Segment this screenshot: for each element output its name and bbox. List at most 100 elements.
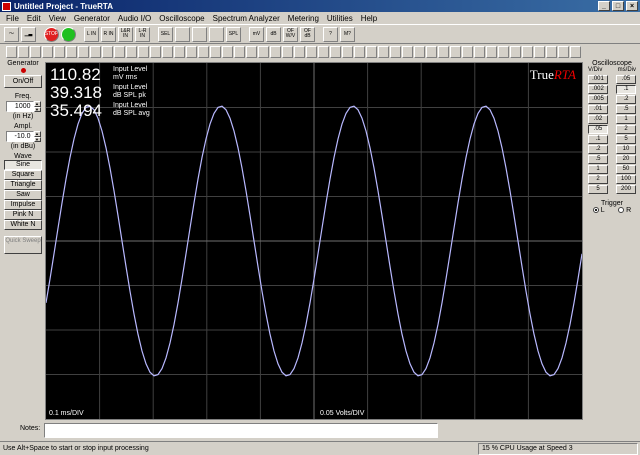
quick-sweep-button[interactable]: Quick Sweep <box>4 236 42 254</box>
menu-metering[interactable]: Metering <box>284 14 323 23</box>
secondary-tool-button[interactable] <box>306 46 317 58</box>
mv-button[interactable]: mV <box>249 26 264 42</box>
msdiv-option[interactable]: .05 <box>616 75 636 84</box>
stop-button[interactable]: STOP <box>44 26 59 42</box>
secondary-tool-button[interactable] <box>426 46 437 58</box>
secondary-tool-button[interactable] <box>246 46 257 58</box>
generator-on-off-button[interactable]: On/Off <box>4 75 42 88</box>
secondary-tool-button[interactable] <box>66 46 77 58</box>
context-help-icon[interactable]: M? <box>340 26 355 42</box>
toolbar-button-c[interactable] <box>209 26 224 42</box>
menu-spectrum-analyzer[interactable]: Spectrum Analyzer <box>209 14 284 23</box>
vdiv-option[interactable]: .02 <box>588 115 608 124</box>
secondary-tool-button[interactable] <box>42 46 53 58</box>
left-right-input-button[interactable]: L&R IN <box>118 26 133 42</box>
secondary-tool-button[interactable] <box>114 46 125 58</box>
msdiv-option[interactable]: .2 <box>616 95 636 104</box>
secondary-tool-button[interactable] <box>222 46 233 58</box>
secondary-tool-button[interactable] <box>570 46 581 58</box>
menu-file[interactable]: File <box>2 14 23 23</box>
secondary-tool-button[interactable] <box>90 46 101 58</box>
secondary-tool-button[interactable] <box>78 46 89 58</box>
wave-white-noise-button[interactable]: White N <box>4 220 42 230</box>
msdiv-option-selected[interactable]: .1 <box>616 85 636 94</box>
secondary-tool-button[interactable] <box>138 46 149 58</box>
toolbar-button-b[interactable] <box>192 26 207 42</box>
db-button[interactable]: dB <box>266 26 281 42</box>
menu-help[interactable]: Help <box>357 14 381 23</box>
right-input-button[interactable]: R IN <box>101 26 116 42</box>
freq-stepper[interactable]: ▲ ▼ <box>33 101 41 112</box>
secondary-tool-button[interactable] <box>162 46 173 58</box>
go-button[interactable] <box>61 26 76 42</box>
secondary-tool-button[interactable] <box>150 46 161 58</box>
vdiv-option[interactable]: .005 <box>588 95 608 104</box>
msdiv-option[interactable]: 200 <box>616 185 636 194</box>
secondary-tool-button[interactable] <box>294 46 305 58</box>
secondary-tool-button[interactable] <box>498 46 509 58</box>
secondary-tool-button[interactable] <box>510 46 521 58</box>
trigger-left-radio[interactable]: L <box>592 207 605 214</box>
vdiv-option[interactable]: .1 <box>588 135 608 144</box>
secondary-tool-button[interactable] <box>450 46 461 58</box>
msdiv-option[interactable]: 50 <box>616 165 636 174</box>
spectrum-view-icon[interactable]: ▁▃ <box>21 26 36 42</box>
ampl-input[interactable]: -10.0 <box>5 131 34 142</box>
vdiv-option[interactable]: 5 <box>588 185 608 194</box>
msdiv-option[interactable]: 5 <box>616 135 636 144</box>
secondary-tool-button[interactable] <box>54 46 65 58</box>
secondary-tool-button[interactable] <box>522 46 533 58</box>
secondary-tool-button[interactable] <box>378 46 389 58</box>
vdiv-option[interactable]: .2 <box>588 145 608 154</box>
msdiv-option[interactable]: 10 <box>616 145 636 154</box>
of-db-button[interactable]: OF dB <box>300 26 315 42</box>
toolbar-button-a[interactable] <box>175 26 190 42</box>
wave-square-button[interactable]: Square <box>4 170 42 180</box>
secondary-tool-button[interactable] <box>390 46 401 58</box>
secondary-tool-button[interactable] <box>102 46 113 58</box>
menu-utilities[interactable]: Utilities <box>323 14 357 23</box>
secondary-tool-button[interactable] <box>270 46 281 58</box>
secondary-tool-button[interactable] <box>438 46 449 58</box>
menu-edit[interactable]: Edit <box>23 14 45 23</box>
wave-pink-noise-button[interactable]: Pink N <box>4 210 42 220</box>
secondary-tool-button[interactable] <box>330 46 341 58</box>
secondary-tool-button[interactable] <box>534 46 545 58</box>
vdiv-option[interactable]: .002 <box>588 85 608 94</box>
secondary-tool-button[interactable] <box>30 46 41 58</box>
vdiv-option[interactable]: .5 <box>588 155 608 164</box>
secondary-tool-button[interactable] <box>414 46 425 58</box>
left-minus-right-input-button[interactable]: L-R IN <box>135 26 150 42</box>
secondary-tool-button[interactable] <box>258 46 269 58</box>
menu-view[interactable]: View <box>45 14 70 23</box>
spl-button[interactable]: SPL <box>226 26 241 42</box>
secondary-tool-button[interactable] <box>6 46 17 58</box>
secondary-tool-button[interactable] <box>558 46 569 58</box>
maximize-button[interactable]: □ <box>612 1 624 11</box>
secondary-tool-button[interactable] <box>126 46 137 58</box>
secondary-tool-button[interactable] <box>318 46 329 58</box>
trigger-right-radio[interactable]: R <box>618 207 631 214</box>
minimize-button[interactable]: _ <box>598 1 610 11</box>
secondary-tool-button[interactable] <box>462 46 473 58</box>
vdiv-option-selected[interactable]: .05 <box>588 125 608 134</box>
menu-generator[interactable]: Generator <box>70 14 114 23</box>
of-wv-button[interactable]: OF W/V <box>283 26 298 42</box>
freq-input[interactable]: 1000 <box>5 101 34 112</box>
secondary-tool-button[interactable] <box>402 46 413 58</box>
help-icon[interactable]: ? <box>323 26 338 42</box>
secondary-tool-button[interactable] <box>282 46 293 58</box>
menu-oscilloscope[interactable]: Oscilloscope <box>155 14 208 23</box>
ampl-stepper[interactable]: ▲ ▼ <box>33 131 41 142</box>
secondary-tool-button[interactable] <box>342 46 353 58</box>
secondary-tool-button[interactable] <box>366 46 377 58</box>
left-input-button[interactable]: L IN <box>84 26 99 42</box>
vdiv-option[interactable]: .01 <box>588 105 608 114</box>
menu-audio-io[interactable]: Audio I/O <box>114 14 155 23</box>
msdiv-option[interactable]: .5 <box>616 105 636 114</box>
wave-saw-button[interactable]: Saw <box>4 190 42 200</box>
secondary-tool-button[interactable] <box>234 46 245 58</box>
secondary-tool-button[interactable] <box>486 46 497 58</box>
msdiv-option[interactable]: 100 <box>616 175 636 184</box>
secondary-tool-button[interactable] <box>354 46 365 58</box>
